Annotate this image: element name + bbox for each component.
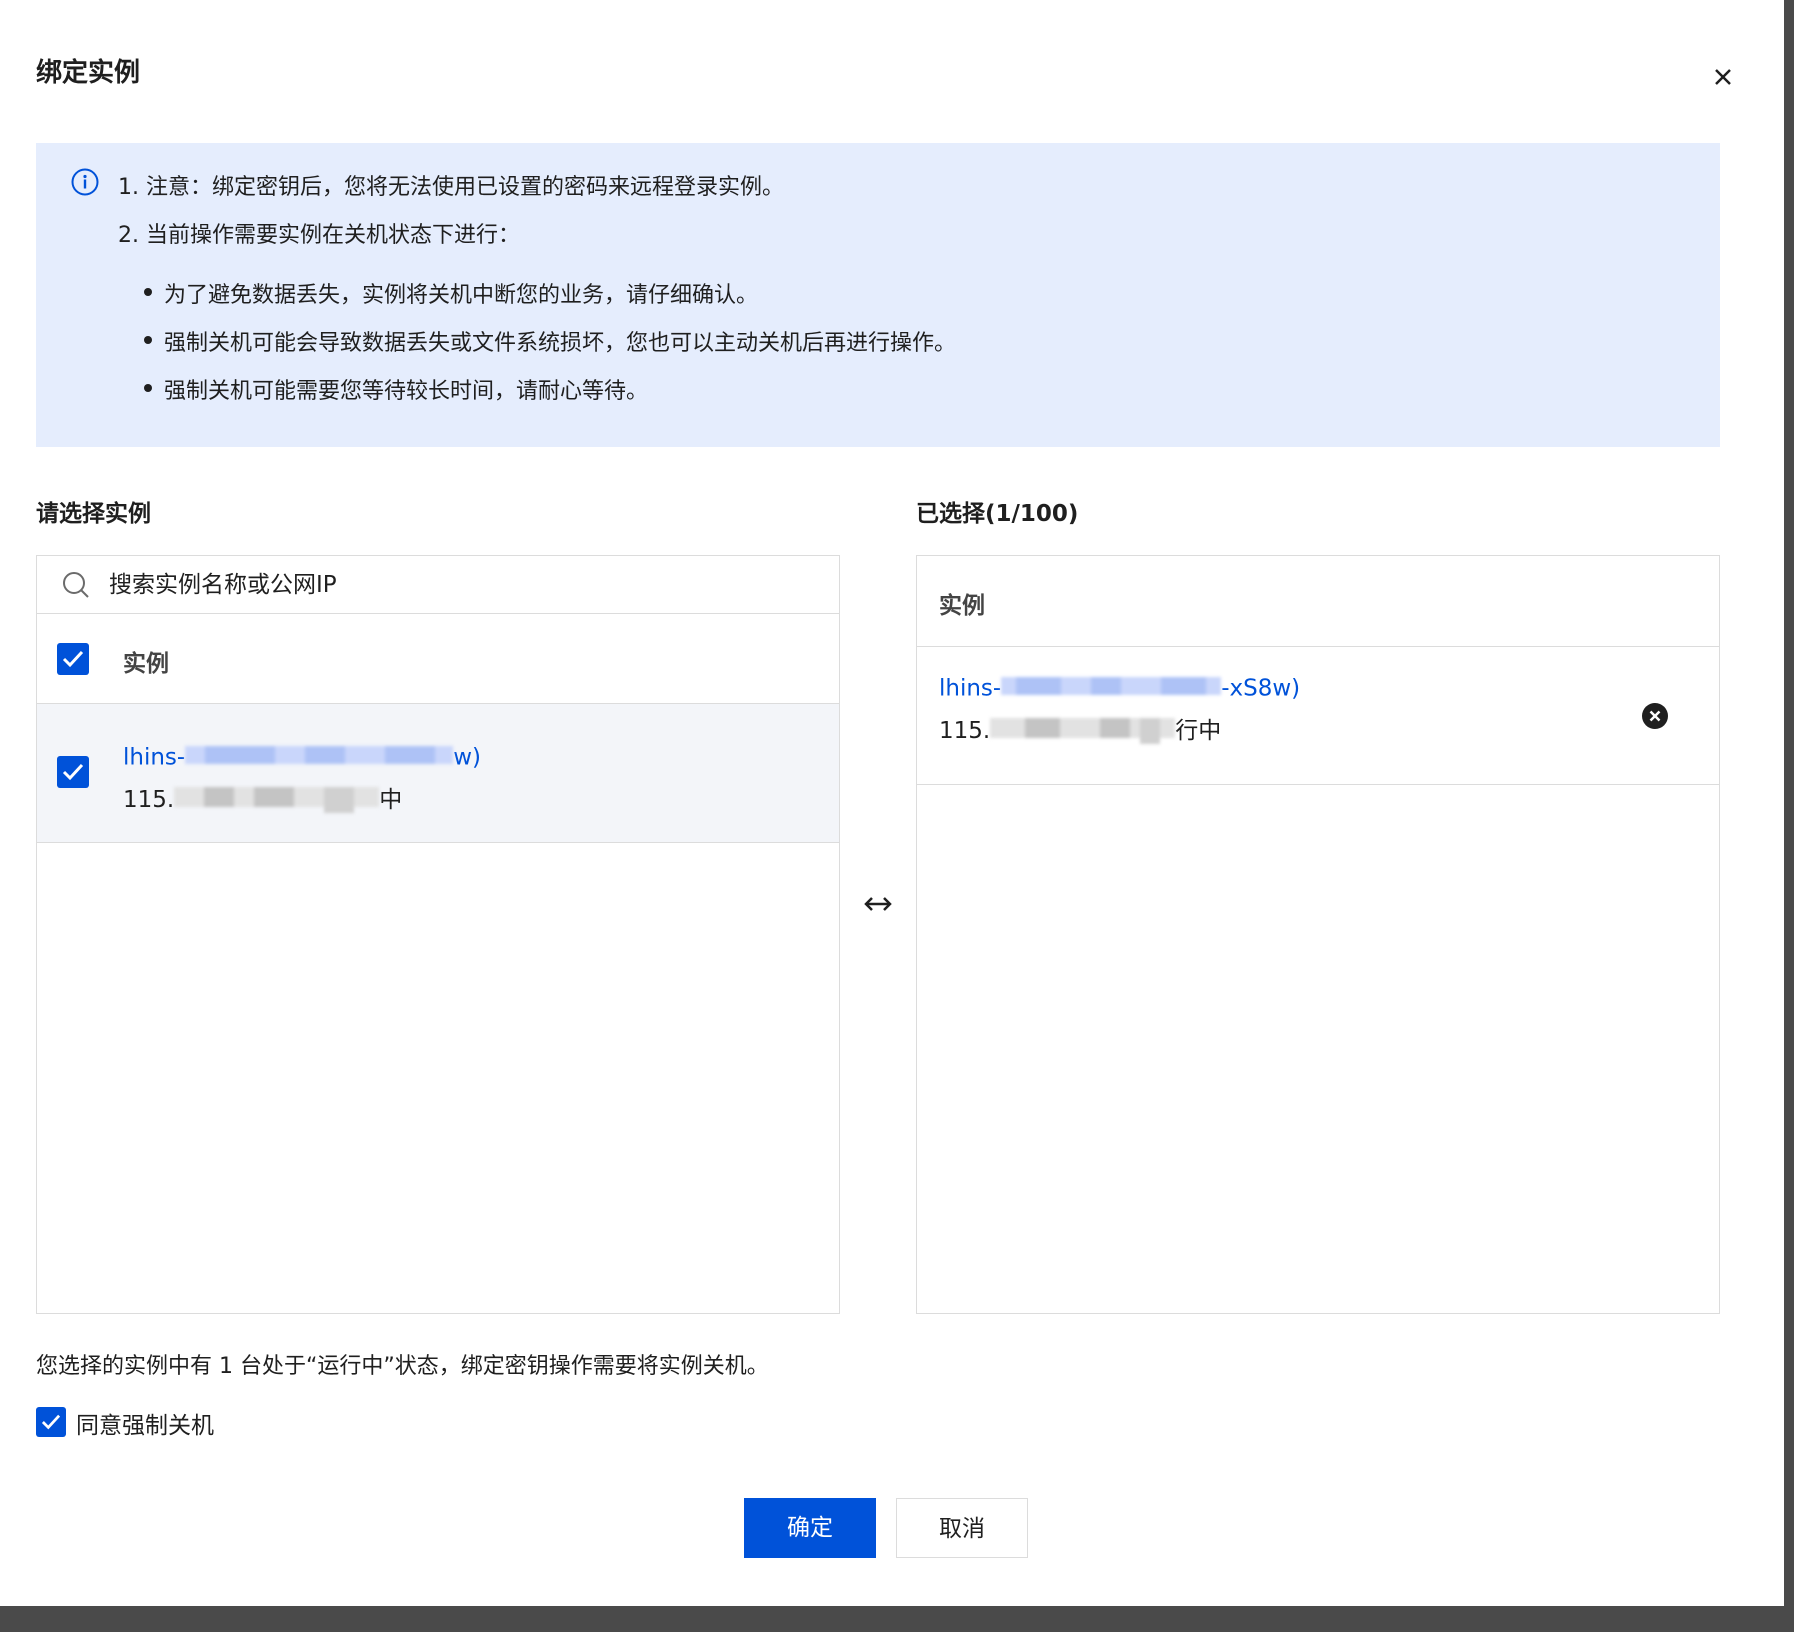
notice-line-1: 1. 注意：绑定密钥后，您将无法使用已设置的密码来远程登录实例。 [118, 175, 784, 200]
instance-name-link[interactable]: lhins- -xS8w) [939, 675, 1300, 703]
notice-bullet: 强制关机可能需要您等待较长时间，请耐心等待。 [140, 373, 648, 405]
dialog-title: 绑定实例 [36, 58, 141, 88]
instance-ip: 115. 中 [123, 780, 402, 819]
redacted-text [1001, 675, 1222, 703]
column-header-instance: 实例 [939, 593, 985, 619]
instance-status: 行中 [1175, 718, 1222, 744]
instance-name-suffix: -xS8w) [1221, 675, 1301, 702]
redacted-text [990, 714, 1176, 750]
instance-name-prefix: lhins- [123, 744, 186, 771]
instance-ip-prefix: 115. [939, 718, 991, 744]
notice-bullet: 为了避免数据丢失，实例将关机中断您的业务，请仔细确认。 [140, 277, 758, 309]
notice-bullet: 强制关机可能会导致数据丢失或文件系统损坏，您也可以主动关机后再进行操作。 [140, 325, 956, 357]
source-header-row: 实例 [37, 614, 839, 704]
remove-circle-icon[interactable] [1641, 702, 1669, 730]
force-shutdown-label[interactable]: 同意强制关机 [76, 1406, 214, 1440]
transfer-arrows-icon [862, 892, 894, 916]
column-header-instance: 实例 [123, 651, 169, 677]
select-all-checkbox[interactable] [57, 643, 89, 675]
bind-instance-dialog: 绑定实例 1. 注意：绑定密钥后，您将无法使用已设置的密码来远程登录实例。 2.… [0, 0, 1784, 1606]
instance-ip: 115. 行中 [939, 711, 1221, 750]
force-shutdown-checkbox[interactable] [36, 1407, 66, 1437]
running-instance-message: 您选择的实例中有 1 台处于“运行中”状态，绑定密钥操作需要将实例关机。 [36, 1354, 769, 1379]
notice-line-2: 2. 当前操作需要实例在关机状态下进行： [118, 223, 520, 248]
cancel-button[interactable]: 取消 [896, 1498, 1028, 1558]
row-checkbox[interactable] [57, 756, 89, 788]
search-bar [37, 556, 839, 614]
instance-name-suffix: w) [453, 744, 482, 771]
info-icon [70, 167, 100, 197]
search-icon [61, 570, 91, 600]
left-panel-title: 请选择实例 [36, 501, 151, 527]
redacted-text [174, 783, 380, 819]
table-row: lhins- -xS8w) 115. 行中 [917, 647, 1719, 785]
search-input[interactable] [109, 566, 809, 604]
instance-status: 中 [379, 787, 403, 813]
selected-header-row: 实例 [917, 556, 1719, 647]
instance-ip-prefix: 115. [123, 787, 175, 813]
selected-instance-panel: 实例 lhins- -xS8w) 115. 行中 [916, 555, 1720, 1314]
right-panel-title: 已选择(1/100) [916, 501, 1079, 527]
instance-name-link[interactable]: lhins-w) [123, 744, 481, 772]
instance-name-prefix: lhins- [939, 675, 1002, 702]
instance-source-panel: 实例 lhins-w) 115. 中 [36, 555, 840, 1314]
notice-banner: 1. 注意：绑定密钥后，您将无法使用已设置的密码来远程登录实例。 2. 当前操作… [36, 143, 1720, 447]
table-row[interactable]: lhins-w) 115. 中 [37, 704, 839, 843]
confirm-button[interactable]: 确定 [744, 1498, 876, 1558]
close-icon[interactable] [1704, 58, 1742, 96]
redacted-text [185, 744, 454, 772]
